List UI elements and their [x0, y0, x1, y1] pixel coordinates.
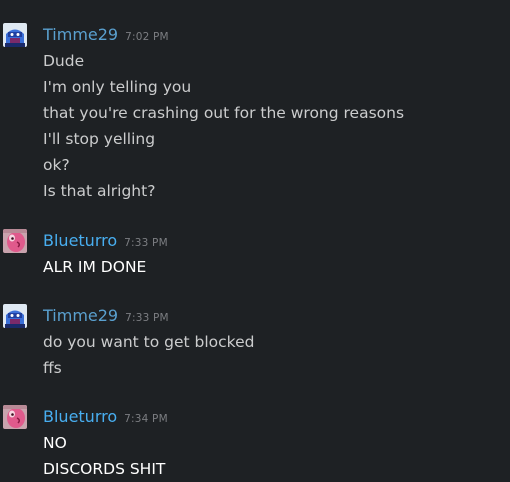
message-text: ALR IM DONE	[43, 258, 147, 276]
avatar[interactable]	[3, 304, 27, 328]
timestamp: 7:33 PM	[124, 237, 168, 249]
message-header: Timme29 7:33 PM	[43, 304, 169, 328]
avatar[interactable]	[3, 23, 27, 47]
message-text: Is that alright?	[43, 182, 156, 200]
message-header: Blueturro 7:34 PM	[43, 405, 168, 429]
pink-creature-avatar-icon	[3, 229, 27, 253]
message-text: ok?	[43, 156, 70, 174]
blue-robot-avatar-icon	[3, 304, 27, 328]
username[interactable]: Blueturro	[43, 407, 117, 426]
message-text: NO	[43, 434, 67, 452]
avatar[interactable]	[3, 405, 27, 429]
message-text: Dude	[43, 52, 85, 70]
message-text: I'll stop yelling	[43, 130, 156, 148]
timestamp: 7:34 PM	[124, 413, 168, 425]
username[interactable]: Timme29	[43, 306, 118, 325]
message-text: I'm only telling you	[43, 78, 192, 96]
message-text: ffs	[43, 359, 62, 377]
timestamp: 7:33 PM	[125, 312, 169, 324]
username[interactable]: Blueturro	[43, 231, 117, 250]
pink-creature-avatar-icon	[3, 405, 27, 429]
timestamp: 7:02 PM	[125, 31, 169, 43]
message-text: do you want to get blocked	[43, 333, 255, 351]
message-text: that you're crashing out for the wrong r…	[43, 104, 405, 122]
message-text: DISCORDS SHIT	[43, 460, 166, 478]
chat-log: Timme29 7:02 PM Dude I'm only telling you…	[0, 0, 510, 482]
blue-robot-avatar-icon	[3, 23, 27, 47]
message-header: Timme29 7:02 PM	[43, 23, 169, 47]
message-header: Blueturro 7:33 PM	[43, 229, 168, 253]
avatar[interactable]	[3, 229, 27, 253]
username[interactable]: Timme29	[43, 25, 118, 44]
